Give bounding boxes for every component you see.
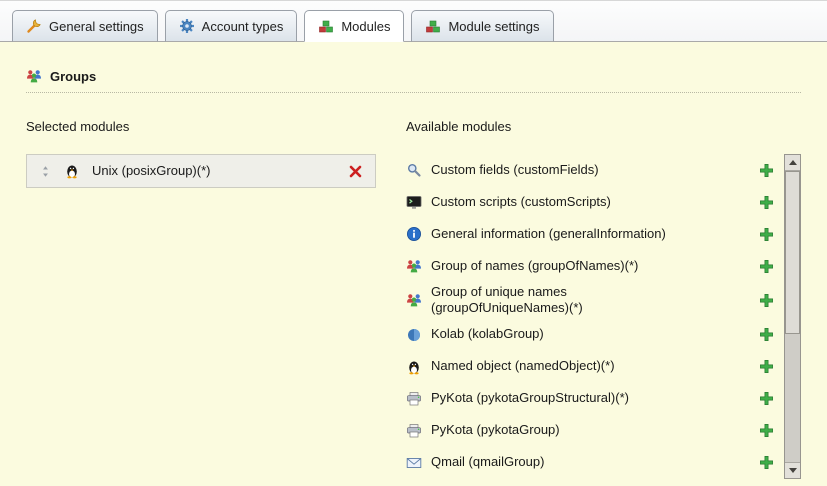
printer-icon (406, 423, 422, 439)
available-module-row: PyKota (pykotaGroupStructural)(*) (406, 383, 774, 415)
tux-icon (64, 163, 80, 179)
available-modules-heading: Available modules (406, 119, 801, 134)
tab-label: Account types (202, 19, 284, 34)
module-label: Custom scripts (customScripts) (431, 194, 611, 210)
add-module-button[interactable] (759, 163, 774, 178)
add-module-button[interactable] (759, 227, 774, 242)
remove-module-button[interactable] (348, 164, 363, 179)
tab-bar: General settings Account types (0, 1, 827, 42)
available-modules-list: Custom fields (customFields) (406, 154, 784, 479)
available-modules-listbox: Custom fields (customFields) (406, 154, 801, 479)
module-label: PyKota (pykotaGroup) (431, 422, 560, 438)
arrow-up-icon (789, 160, 797, 165)
lam-configuration-window: General settings Account types (0, 0, 827, 486)
tab-label: Modules (341, 19, 390, 34)
selected-modules-column: Selected modules (26, 103, 376, 479)
printer-icon (406, 391, 422, 407)
add-module-button[interactable] (759, 327, 774, 342)
magnifier-icon (406, 162, 422, 178)
section-title: Groups (50, 69, 96, 84)
add-module-button[interactable] (759, 455, 774, 470)
tab-label: General settings (49, 19, 144, 34)
tab-account-types[interactable]: Account types (165, 10, 298, 42)
tab-general-settings[interactable]: General settings (12, 10, 158, 42)
module-label: Kolab (kolabGroup) (431, 326, 544, 342)
selected-modules-heading: Selected modules (26, 119, 376, 134)
module-label: Custom fields (customFields) (431, 162, 599, 178)
tab-module-settings[interactable]: Module settings (411, 10, 553, 42)
available-module-row: General information (generalInformation) (406, 218, 774, 250)
available-module-row: Qmail (qmailGroup) (406, 447, 774, 479)
groups-icon (26, 68, 42, 84)
modules-tab-content: Groups Selected modules (0, 42, 827, 486)
available-module-row: PyKota (pykotaGroup) (406, 415, 774, 447)
tab-label: Module settings (448, 19, 539, 34)
modules-columns: Selected modules (26, 103, 801, 479)
scrollbar-track[interactable] (785, 171, 800, 462)
module-label: Group of unique names (groupOfUniqueName… (431, 284, 701, 317)
add-module-button[interactable] (759, 195, 774, 210)
add-module-button[interactable] (759, 259, 774, 274)
group-icon (406, 258, 422, 274)
group-icon (406, 292, 422, 308)
gear-icon (179, 18, 195, 34)
terminal-icon (406, 194, 422, 210)
add-module-button[interactable] (759, 423, 774, 438)
add-module-button[interactable] (759, 359, 774, 374)
envelope-icon (406, 455, 422, 471)
tab-modules[interactable]: Modules (304, 10, 404, 42)
available-module-row: Custom fields (customFields) (406, 154, 774, 186)
add-module-button[interactable] (759, 391, 774, 406)
selected-module-row: Unix (posixGroup)(*) (26, 154, 376, 188)
module-label: Named object (namedObject)(*) (431, 358, 615, 374)
available-module-row: Group of unique names (groupOfUniqueName… (406, 282, 774, 319)
add-module-button[interactable] (759, 293, 774, 308)
kolab-icon (406, 327, 422, 343)
available-module-row: Kolab (kolabGroup) (406, 319, 774, 351)
module-label: Qmail (qmailGroup) (431, 454, 544, 470)
scroll-up-button[interactable] (785, 155, 800, 171)
module-label: General information (generalInformation) (431, 226, 666, 242)
wrench-icon (26, 18, 42, 34)
tux-icon (406, 359, 422, 375)
scrollbar-thumb[interactable] (785, 171, 800, 334)
modules-icon (318, 18, 334, 34)
module-label: Unix (posixGroup)(*) (92, 163, 210, 179)
available-module-row: Named object (namedObject)(*) (406, 351, 774, 383)
drag-handle-icon[interactable] (39, 165, 52, 178)
arrow-down-icon (789, 468, 797, 473)
scroll-down-button[interactable] (785, 462, 800, 478)
groups-section-header: Groups (26, 68, 801, 93)
available-module-row: Custom scripts (customScripts) (406, 186, 774, 218)
available-modules-scrollbar[interactable] (784, 154, 801, 479)
module-settings-icon (425, 18, 441, 34)
available-module-row: Group of names (groupOfNames)(*) (406, 250, 774, 282)
module-label: PyKota (pykotaGroupStructural)(*) (431, 390, 629, 406)
info-icon (406, 226, 422, 242)
available-modules-column: Available modules Custom fields (customF… (406, 103, 801, 479)
module-label: Group of names (groupOfNames)(*) (431, 258, 638, 274)
